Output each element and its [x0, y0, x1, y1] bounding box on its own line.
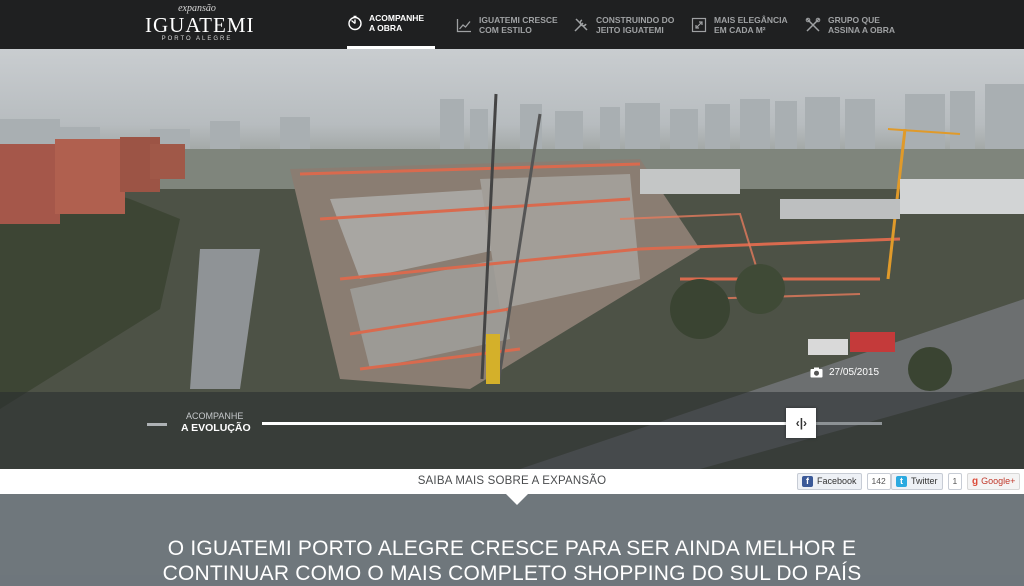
- timeline-label-main: A EVOLUÇÃO: [181, 422, 251, 434]
- tools-icon: [572, 16, 590, 34]
- logo-main-text: IGUATEMI: [145, 13, 255, 37]
- nav-label: CONSTRUINDO DO JEITO IGUATEMI: [596, 14, 675, 35]
- timer-icon: [347, 14, 363, 32]
- chart-line-icon: [455, 16, 473, 34]
- camera-icon: [810, 367, 823, 378]
- twitter-share[interactable]: t Twitter 1: [891, 472, 963, 490]
- google-plus-button[interactable]: g Google+: [967, 472, 1021, 490]
- info-bar: SAIBA MAIS SOBRE A EXPANSÃO f Facebook 1…: [0, 469, 1024, 494]
- nav-item-grupo[interactable]: GRUPO QUE ASSINA A OBRA: [804, 0, 924, 49]
- facebook-share[interactable]: f Facebook 142: [797, 472, 891, 490]
- google-label: Google+: [981, 476, 1016, 486]
- intro-headline: O IGUATEMI PORTO ALEGRE CRESCE PARA SER …: [162, 537, 862, 585]
- timeline-slider-fill: [262, 422, 802, 425]
- twitter-label: Twitter: [911, 476, 938, 486]
- twitter-count: 1: [947, 472, 963, 490]
- logo-sub-text: PORTO ALEGRE: [161, 36, 233, 42]
- nav-item-mais-elegancia[interactable]: MAIS ELEGÂNCIA EM CADA m²: [690, 0, 810, 49]
- hero-construction-photo: 27/05/2015 ACOMPANHE A EVOLUÇÃO ‹|›: [0, 49, 1024, 469]
- section-pointer-arrow: [506, 494, 528, 505]
- nav-label: IGUATEMI CRESCE COM ESTILO: [479, 14, 558, 35]
- twitter-tweet-button[interactable]: t Twitter: [891, 472, 943, 490]
- twitter-icon: t: [896, 475, 907, 487]
- evolution-timeline: ACOMPANHE A EVOLUÇÃO ‹|›: [0, 392, 1024, 469]
- facebook-count: 142: [866, 472, 891, 490]
- nav-item-construindo[interactable]: CONSTRUINDO DO JEITO IGUATEMI: [572, 0, 692, 49]
- date-text: 27/05/2015: [829, 367, 880, 378]
- facebook-label: Facebook: [817, 476, 857, 486]
- expand-icon: [690, 16, 708, 34]
- facebook-like-button[interactable]: f Facebook: [797, 472, 862, 490]
- cross-tools-icon: [804, 16, 822, 34]
- nav-item-iguatemi-cresce[interactable]: IGUATEMI CRESCE COM ESTILO: [455, 0, 575, 49]
- timeline-slider-handle[interactable]: ‹|›: [786, 408, 817, 438]
- nav-label: GRUPO QUE ASSINA A OBRA: [828, 14, 896, 35]
- timeline-dash-icon: [147, 423, 167, 426]
- nav-item-acompanhe-a-obra[interactable]: ACOMPANHE A OBRA: [347, 0, 435, 49]
- logo[interactable]: expansão IGUATEMI PORTO ALEGRE: [145, 4, 255, 43]
- facebook-icon: f: [802, 475, 813, 487]
- photo-date: 27/05/2015: [810, 367, 879, 378]
- top-navigation: expansão IGUATEMI PORTO ALEGRE ACOMPANHE…: [0, 0, 1024, 49]
- timeline-label-sub: ACOMPANHE: [186, 411, 244, 421]
- nav-label: ACOMPANHE A OBRA: [369, 13, 425, 33]
- nav-label: MAIS ELEGÂNCIA EM CADA m²: [714, 14, 788, 35]
- google-icon: g: [972, 475, 979, 487]
- google-share[interactable]: g Google+: [967, 472, 1021, 490]
